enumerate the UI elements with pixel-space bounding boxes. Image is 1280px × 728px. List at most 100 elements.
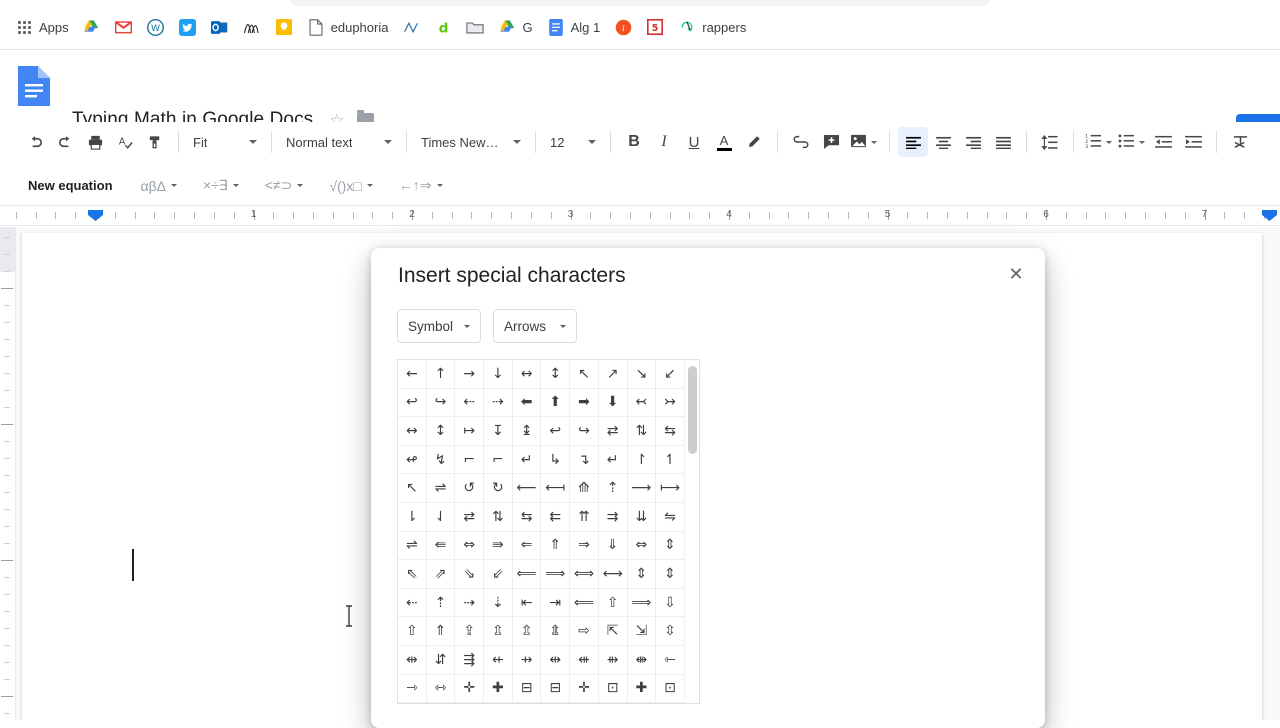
special-character-cell[interactable]: ⇶ (455, 645, 485, 675)
bookmark-desmos[interactable] (395, 15, 427, 39)
special-character-cell[interactable]: ⇊ (627, 502, 657, 532)
special-character-cell[interactable]: ↕ (541, 360, 571, 389)
special-character-cell[interactable]: ⇣ (484, 588, 513, 618)
special-character-cell[interactable]: ⇘ (455, 560, 485, 589)
equation-group-relations[interactable]: <≠⊃ (259, 174, 310, 197)
special-character-cell[interactable]: ⇱ (598, 617, 628, 646)
align-right-icon[interactable] (958, 127, 988, 157)
underline-button[interactable]: U (679, 127, 709, 157)
special-character-cell[interactable]: ⬇ (598, 388, 628, 418)
special-character-cell[interactable]: ⇙ (484, 560, 513, 589)
bookmark-wordpress[interactable]: W (140, 15, 172, 39)
special-character-cell[interactable]: ⇃ (426, 502, 456, 532)
special-character-cell[interactable]: ⟸ (570, 588, 599, 618)
add-comment-icon[interactable] (816, 127, 846, 157)
special-character-cell[interactable]: ⇉ (598, 502, 628, 532)
bookmark-drive-g[interactable]: G (491, 15, 539, 39)
special-character-cell[interactable]: ⇻ (598, 645, 628, 675)
special-character-cell[interactable]: ⇇ (541, 502, 571, 532)
special-character-cell[interactable]: ⇄ (598, 417, 628, 446)
special-character-cell[interactable]: ↫ (398, 445, 427, 475)
special-character-cell[interactable]: ⇥ (541, 588, 571, 618)
print-icon[interactable] (80, 127, 110, 157)
new-equation-button[interactable]: New equation (20, 174, 121, 197)
bookmark-rappers[interactable]: rappers (671, 15, 753, 39)
special-character-cell[interactable]: ⇠ (398, 588, 427, 618)
special-character-cell[interactable]: ⇖ (398, 560, 427, 589)
increase-indent-icon[interactable] (1178, 127, 1208, 157)
special-character-cell[interactable]: ⇧ (398, 617, 427, 646)
bookmark-alg1[interactable]: Alg 1 (540, 15, 608, 39)
special-character-cell[interactable]: ⬅ (512, 388, 542, 418)
special-character-cell[interactable]: ⇳ (656, 617, 685, 646)
decrease-indent-icon[interactable] (1148, 127, 1178, 157)
special-character-cell[interactable]: ⇌ (398, 531, 427, 561)
special-character-cell[interactable]: ⇽ (656, 645, 685, 675)
special-character-cell[interactable]: ⇚ (426, 531, 456, 561)
bold-button[interactable]: B (619, 127, 649, 157)
omnibox[interactable] (290, 0, 990, 6)
link-icon[interactable] (786, 127, 816, 157)
special-character-cell[interactable]: ↯ (426, 445, 456, 475)
bookmark-eduphoria[interactable]: eduphoria (300, 15, 396, 39)
special-character-cell[interactable]: ⇐ (512, 531, 542, 561)
special-character-cell[interactable]: ⇬ (512, 617, 542, 646)
special-character-cell[interactable]: ↺ (455, 474, 485, 503)
special-character-cell[interactable]: ⇡ (598, 474, 628, 503)
horizontal-ruler[interactable]: 1 2 3 4 5 6 7 (0, 206, 1280, 226)
special-character-cell[interactable]: ⇢ (484, 388, 513, 418)
equation-group-arrows[interactable]: ←↑⇒ (393, 174, 449, 197)
special-character-cell[interactable]: ⇷ (484, 645, 513, 675)
special-character-cell[interactable]: ⇆ (512, 502, 542, 532)
special-character-cell[interactable]: ⇓ (598, 531, 628, 561)
special-character-cell[interactable]: ⇔ (627, 531, 657, 561)
special-character-cell[interactable]: ↨ (512, 417, 542, 446)
bookmark-apps[interactable]: Apps (8, 15, 76, 39)
google-docs-app-icon[interactable] (16, 64, 52, 108)
undo-icon[interactable] (20, 127, 50, 157)
special-character-cell[interactable]: ↳ (541, 445, 571, 475)
special-character-cell[interactable]: ⟻ (541, 474, 571, 503)
paint-format-icon[interactable] (140, 127, 170, 157)
special-character-cell[interactable]: ⇋ (656, 502, 685, 532)
insert-image-dropdown[interactable] (846, 128, 881, 156)
special-character-cell[interactable]: ⟵ (512, 474, 542, 503)
equation-group-operators[interactable]: ×÷∃ (197, 174, 245, 197)
bookmark-gmail[interactable] (108, 15, 140, 39)
special-character-cell[interactable]: ↦ (455, 417, 485, 446)
special-character-cell[interactable]: ↵ (512, 445, 542, 475)
special-character-cell[interactable]: ✚ (627, 674, 657, 703)
redo-icon[interactable] (50, 127, 80, 157)
special-character-cell[interactable]: ↓ (484, 360, 513, 389)
special-character-cell[interactable]: ↖ (398, 474, 427, 503)
special-character-cell[interactable]: ⇿ (426, 674, 456, 703)
special-character-cell[interactable]: ↩ (398, 388, 427, 418)
special-character-cell[interactable]: ⇼ (627, 645, 657, 675)
special-character-cell[interactable]: ⟹ (627, 588, 657, 618)
special-character-cell[interactable]: ⇈ (570, 502, 599, 532)
align-justify-icon[interactable] (988, 127, 1018, 157)
special-character-cell[interactable]: ⇔ (455, 531, 485, 561)
special-character-cell[interactable]: ↔ (398, 417, 427, 446)
special-character-cell[interactable]: ⇆ (656, 417, 685, 446)
special-character-cell[interactable]: ⇹ (398, 645, 427, 675)
special-character-cell[interactable]: ⇛ (484, 531, 513, 561)
special-character-cell[interactable]: ⇺ (570, 645, 599, 675)
special-character-cell[interactable]: ⇩ (656, 588, 685, 618)
special-character-cell[interactable]: ⊟ (512, 674, 542, 703)
special-character-cell[interactable]: ⇕ (656, 560, 685, 589)
character-grid-scrollbar[interactable] (684, 360, 699, 703)
special-character-cell[interactable]: ↻ (484, 474, 513, 503)
special-character-cell[interactable]: ⊡ (598, 674, 628, 703)
special-character-cell[interactable]: ⇾ (398, 674, 427, 703)
special-character-cell[interactable]: ↖ (570, 360, 599, 389)
special-character-cell[interactable]: ⇑ (426, 617, 456, 646)
special-character-cell[interactable]: ⇹ (541, 645, 571, 675)
numbered-list-dropdown[interactable]: 123 (1082, 128, 1115, 156)
special-character-cell[interactable]: ⇢ (455, 588, 485, 618)
special-character-cell[interactable]: ⇭ (541, 617, 571, 646)
vertical-ruler[interactable] (0, 227, 16, 720)
bookmark-twitter[interactable] (172, 15, 204, 39)
special-character-cell[interactable]: ⟰ (570, 474, 599, 503)
bookmark-soundwave[interactable] (236, 15, 268, 39)
